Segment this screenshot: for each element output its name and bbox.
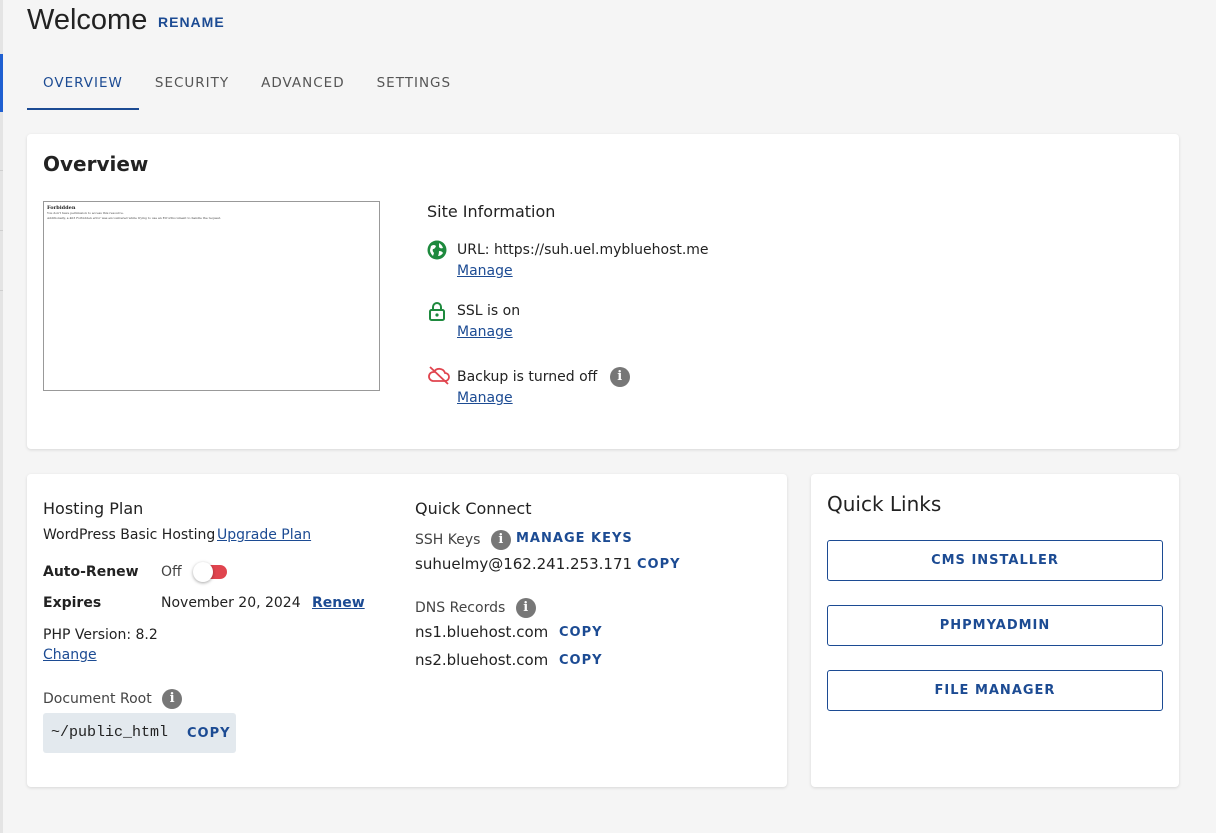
overview-title: Overview	[43, 152, 149, 176]
document-root-value: ~/public_html	[51, 724, 169, 741]
globe-icon	[427, 240, 447, 260]
tab-bar: OVERVIEW SECURITY ADVANCED SETTINGS	[27, 62, 467, 110]
document-root-field: ~/public_html COPY	[43, 713, 236, 753]
preview-line: Additionally, a 403 Forbidden error was …	[47, 216, 222, 220]
ssh-address: suhuelmy@162.241.253.171	[415, 555, 633, 573]
expires-value: November 20, 2024	[161, 595, 301, 611]
ssh-keys-label: SSH Keys i	[415, 530, 511, 550]
hosting-card: Hosting Plan WordPress Basic Hosting Upg…	[27, 474, 787, 787]
expires-label: Expires	[43, 595, 102, 611]
quick-links-title: Quick Links	[827, 492, 942, 516]
auto-renew-toggle[interactable]	[193, 562, 229, 582]
left-rail-active-indicator	[0, 54, 3, 112]
quick-links-card: Quick Links CMS INSTALLER PHPMYADMIN FIL…	[811, 474, 1179, 787]
copy-ns1-button[interactable]: COPY	[559, 625, 603, 640]
left-rail	[0, 0, 3, 833]
cloud-off-icon	[427, 365, 450, 385]
copy-ns2-button[interactable]: COPY	[559, 653, 603, 668]
ns2-record: ns2.bluehost.com	[415, 651, 549, 669]
document-root-label: Document Root i	[43, 689, 183, 709]
site-information-title: Site Information	[427, 202, 556, 221]
plan-name: WordPress Basic Hosting	[43, 527, 216, 543]
site-preview-thumbnail[interactable]: Forbidden You don't have permission to a…	[43, 201, 380, 391]
toggle-knob	[193, 562, 213, 582]
ssl-label: SSL is on	[457, 303, 521, 319]
upgrade-plan-link[interactable]: Upgrade Plan	[217, 527, 311, 543]
copy-document-root-button[interactable]: COPY	[187, 726, 231, 741]
hosting-plan-title: Hosting Plan	[43, 499, 144, 518]
info-icon[interactable]: i	[490, 530, 511, 550]
info-icon[interactable]: i	[609, 367, 630, 387]
php-change-link[interactable]: Change	[43, 647, 97, 663]
overview-card: Overview Forbidden You don't have permis…	[27, 134, 1179, 449]
ns1-record: ns1.bluehost.com	[415, 623, 549, 641]
backup-label: Backup is turned off i	[457, 367, 630, 387]
url-label: URL: https://suh.uel.mybluehost.me	[457, 242, 709, 258]
tab-overview[interactable]: OVERVIEW	[27, 62, 139, 110]
tab-settings[interactable]: SETTINGS	[361, 62, 467, 110]
auto-renew-label: Auto-Renew	[43, 564, 139, 580]
left-rail-divider	[0, 230, 3, 231]
quick-connect-title: Quick Connect	[415, 499, 532, 518]
auto-renew-value: Off	[161, 564, 182, 580]
php-version: PHP Version: 8.2	[43, 627, 158, 643]
left-rail-divider	[0, 170, 3, 171]
rename-button[interactable]: RENAME	[158, 14, 225, 30]
document-root-label-text: Document Root	[43, 691, 152, 707]
cms-installer-button[interactable]: CMS INSTALLER	[827, 540, 1163, 581]
info-icon[interactable]: i	[515, 598, 536, 618]
dns-records-label: DNS Records i	[415, 598, 536, 618]
dns-records-label-text: DNS Records	[415, 600, 506, 616]
lock-icon	[427, 301, 447, 321]
left-rail-divider	[0, 290, 3, 291]
url-manage-link[interactable]: Manage	[457, 263, 513, 279]
backup-manage-link[interactable]: Manage	[457, 390, 513, 406]
backup-label-text: Backup is turned off	[457, 369, 598, 385]
copy-ssh-button[interactable]: COPY	[637, 557, 681, 572]
page-title: Welcome	[27, 4, 148, 36]
manage-keys-button[interactable]: MANAGE KEYS	[516, 531, 633, 546]
renew-link[interactable]: Renew	[312, 595, 365, 611]
info-icon[interactable]: i	[162, 689, 183, 709]
ssl-manage-link[interactable]: Manage	[457, 324, 513, 340]
tab-advanced[interactable]: ADVANCED	[245, 62, 360, 110]
ssh-keys-label-text: SSH Keys	[415, 532, 481, 548]
file-manager-button[interactable]: FILE MANAGER	[827, 670, 1163, 711]
phpmyadmin-button[interactable]: PHPMYADMIN	[827, 605, 1163, 646]
tab-security[interactable]: SECURITY	[139, 62, 245, 110]
